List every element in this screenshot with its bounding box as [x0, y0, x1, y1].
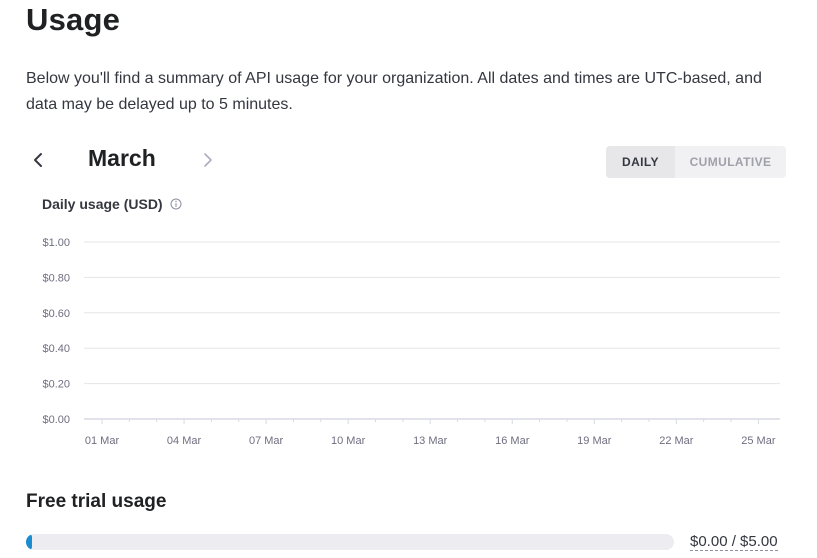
- view-toggle: DAILY CUMULATIVE: [606, 146, 786, 178]
- y-tick-label: $1.00: [42, 237, 70, 249]
- x-tick-label: 19 Mar: [577, 435, 612, 447]
- chart-title: Daily usage (USD): [42, 196, 182, 212]
- y-tick-label: $0.80: [42, 272, 70, 284]
- prev-month-button[interactable]: [26, 148, 50, 172]
- info-circle-icon[interactable]: [170, 198, 182, 210]
- x-tick-label: 04 Mar: [167, 435, 202, 447]
- next-month-button[interactable]: [196, 148, 220, 172]
- page-description: Below you'll find a summary of API usage…: [26, 70, 762, 113]
- free-trial-progress-fill: [26, 534, 32, 550]
- chevron-left-icon: [34, 153, 42, 167]
- x-tick-label: 22 Mar: [659, 435, 694, 447]
- y-tick-label: $0.40: [42, 343, 70, 355]
- chart-title-text: Daily usage (USD): [42, 196, 163, 212]
- x-tick-label: 25 Mar: [741, 435, 776, 447]
- x-tick-label: 07 Mar: [249, 435, 284, 447]
- x-tick-label: 13 Mar: [413, 435, 448, 447]
- x-tick-label: 01 Mar: [85, 435, 120, 447]
- free-trial-title: Free trial usage: [26, 491, 167, 512]
- y-tick-label: $0.60: [42, 308, 70, 320]
- usage-page: Usage Below you'll find a summary of API…: [0, 0, 817, 558]
- x-tick-label: 10 Mar: [331, 435, 366, 447]
- x-tick-label: 16 Mar: [495, 435, 530, 447]
- y-tick-label: $0.00: [42, 414, 70, 426]
- chevron-right-icon: [204, 153, 212, 167]
- month-navigator: March: [26, 144, 246, 176]
- toggle-daily-button[interactable]: DAILY: [606, 146, 675, 178]
- toggle-cumulative-button[interactable]: CUMULATIVE: [675, 146, 786, 178]
- current-month-label: March: [88, 145, 156, 171]
- free-trial-amount[interactable]: $0.00 / $5.00: [690, 533, 778, 551]
- page-title: Usage: [26, 2, 121, 37]
- daily-usage-chart: $0.00 $0.20 $0.40 $0.60 $0.80 $1.00 01 Mar 04 M…: [42, 237, 780, 447]
- free-trial-progress-bar: [26, 534, 674, 550]
- y-tick-label: $0.20: [42, 379, 70, 391]
